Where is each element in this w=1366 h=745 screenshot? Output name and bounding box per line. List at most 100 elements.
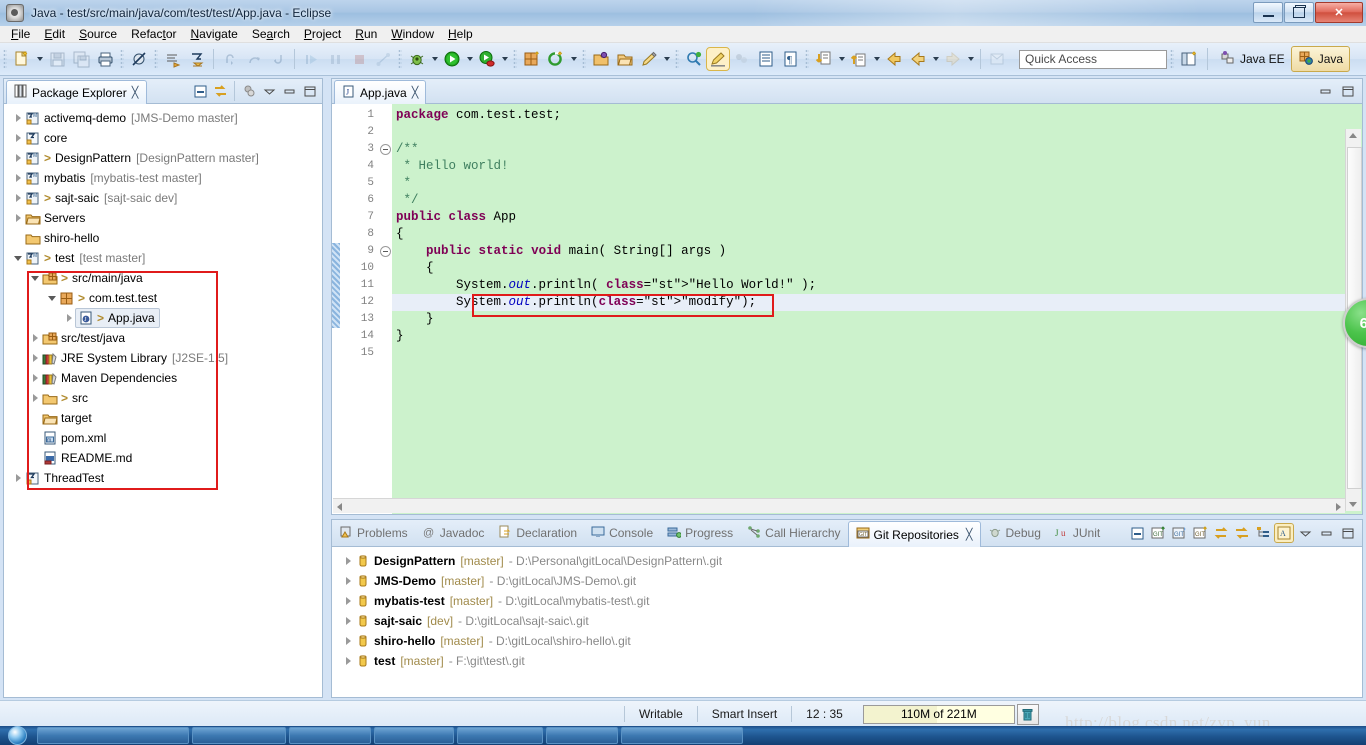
- scroll-up-icon[interactable]: [1349, 133, 1357, 138]
- code-editor[interactable]: 1 2 3 4 5 6 7 8 9 10 11 12 13 14 15 package com.test.t…: [332, 104, 1362, 514]
- step-return-button[interactable]: [267, 48, 289, 70]
- twisty-closed-icon[interactable]: [63, 308, 75, 328]
- maximize-button[interactable]: [1284, 2, 1314, 23]
- new-java-class-button[interactable]: [162, 48, 184, 70]
- toolbar-grip-7[interactable]: [675, 49, 679, 69]
- code-line[interactable]: }: [392, 311, 1362, 328]
- new-wizard-button[interactable]: [11, 48, 33, 70]
- external-tools-button[interactable]: [545, 48, 567, 70]
- search-button[interactable]: [683, 48, 705, 70]
- tree-item-app-java[interactable]: J > App.java: [4, 308, 322, 328]
- twisty-closed-icon[interactable]: [29, 388, 41, 408]
- print-button[interactable]: [94, 48, 116, 70]
- tab-progress[interactable]: Progress: [660, 521, 740, 546]
- twisty-open-icon[interactable]: [46, 288, 58, 308]
- git-add-icon[interactable]: GIT: [1149, 524, 1167, 542]
- git-clone-icon[interactable]: GIT: [1170, 524, 1188, 542]
- taskbar-item[interactable]: [546, 727, 618, 744]
- taskbar-item[interactable]: [374, 727, 454, 744]
- menu-window[interactable]: Window: [384, 26, 441, 42]
- open-perspective-button[interactable]: [1178, 48, 1200, 70]
- tree-item-jre-system-library[interactable]: JRE System Library [J2SE-1.5]: [4, 348, 322, 368]
- tab-problems[interactable]: Problems: [332, 521, 415, 546]
- next-annotation-dropdown[interactable]: [836, 48, 847, 70]
- menu-navigate[interactable]: Navigate: [183, 26, 244, 42]
- twisty-closed-icon[interactable]: [29, 328, 41, 348]
- git-create-icon[interactable]: GIT: [1191, 524, 1209, 542]
- toolbar-grip-3[interactable]: [154, 49, 158, 69]
- editor-horizontal-scrollbar[interactable]: [333, 498, 1345, 513]
- previous-annotation-button[interactable]: [848, 48, 870, 70]
- toolbar-grip-8[interactable]: [805, 49, 809, 69]
- run-button[interactable]: [441, 48, 463, 70]
- back-dropdown[interactable]: [930, 48, 941, 70]
- menu-help[interactable]: Help: [441, 26, 480, 42]
- menu-source[interactable]: Source: [72, 26, 124, 42]
- menu-search[interactable]: Search: [245, 26, 297, 42]
- tree-item-readme-md[interactable]: README.md: [4, 448, 322, 468]
- menu-run[interactable]: Run: [348, 26, 384, 42]
- code-line[interactable]: public static void main( String[] args ): [392, 243, 1362, 260]
- twisty-closed-icon[interactable]: [342, 571, 354, 591]
- code-line[interactable]: public class App: [392, 209, 1362, 226]
- twisty-closed-icon[interactable]: [342, 591, 354, 611]
- terminate-button[interactable]: [348, 48, 370, 70]
- code-line[interactable]: * Hello world!: [392, 158, 1362, 175]
- tree-item-mybatis[interactable]: Mmybatis [mybatis-test master]: [4, 168, 322, 188]
- tree-item-src-test-java[interactable]: src/test/java: [4, 328, 322, 348]
- debug-dropdown[interactable]: [429, 48, 440, 70]
- fold-collapse-icon[interactable]: [379, 144, 391, 155]
- scroll-down-icon[interactable]: [1349, 502, 1357, 507]
- git-repository-row[interactable]: sajt-saic [dev] - D:\gitLocal\sajt-saic\.g…: [332, 611, 1362, 631]
- taskbar-item[interactable]: [457, 727, 543, 744]
- perspective-java-ee[interactable]: Java EE: [1214, 47, 1291, 71]
- maximize-icon[interactable]: [1338, 524, 1356, 542]
- minimize-button[interactable]: [1253, 2, 1283, 23]
- twisty-closed-icon[interactable]: [342, 631, 354, 651]
- twisty-closed-icon[interactable]: [342, 611, 354, 631]
- tree-item-core[interactable]: core: [4, 128, 322, 148]
- tab-git-repositories[interactable]: GIT Git Repositories ╳: [847, 521, 981, 547]
- link-editor-icon[interactable]: [1233, 524, 1251, 542]
- taskbar-item[interactable]: [621, 727, 743, 744]
- tab-call-hierarchy[interactable]: Call Hierarchy: [740, 521, 847, 546]
- back-button-2[interactable]: [907, 48, 929, 70]
- menu-refactor[interactable]: Refactor: [124, 26, 183, 42]
- focus-task-icon[interactable]: [240, 82, 258, 100]
- minimize-icon[interactable]: [1316, 82, 1334, 100]
- trash-icon[interactable]: [1016, 703, 1039, 725]
- quick-access-input[interactable]: Quick Access: [1019, 49, 1167, 69]
- back-button[interactable]: [883, 48, 905, 70]
- tree-item-src-main-java[interactable]: > src/main/java: [4, 268, 322, 288]
- chevron-down-icon[interactable]: [1296, 524, 1314, 542]
- close-icon[interactable]: ╳: [132, 86, 139, 99]
- twisty-closed-icon[interactable]: [29, 348, 41, 368]
- code-line[interactable]: package com.test.test;: [392, 107, 1362, 124]
- scroll-right-icon[interactable]: [1336, 503, 1341, 511]
- code-line[interactable]: System.out.println(class="st">"modify");: [392, 294, 1362, 311]
- scroll-left-icon[interactable]: [337, 503, 342, 511]
- perspective-java[interactable]: Java: [1290, 46, 1351, 72]
- twisty-closed-icon[interactable]: [12, 208, 24, 228]
- refresh-icon[interactable]: [1212, 524, 1230, 542]
- pencil-dropdown[interactable]: [661, 48, 672, 70]
- code-line[interactable]: System.out.println( class="st">"Hello Wo…: [392, 277, 1362, 294]
- debug-button[interactable]: [406, 48, 428, 70]
- toolbar-grip-4[interactable]: [398, 49, 402, 69]
- twisty-closed-icon[interactable]: [342, 651, 354, 671]
- new-java-project-button[interactable]: [186, 48, 208, 70]
- previous-annotation-dropdown[interactable]: [871, 48, 882, 70]
- twisty-closed-icon[interactable]: [12, 468, 24, 488]
- new-package-button[interactable]: [521, 48, 543, 70]
- step-over-button[interactable]: [243, 48, 265, 70]
- toolbar-grip-2[interactable]: [120, 49, 124, 69]
- chevron-down-icon[interactable]: [260, 82, 278, 100]
- menu-edit[interactable]: Edit: [37, 26, 72, 42]
- git-repository-row[interactable]: JMS-Demo [master] - D:\gitLocal\JMS-Demo\.…: [332, 571, 1362, 591]
- link-editor-icon[interactable]: [211, 82, 229, 100]
- tree-item-servers[interactable]: Servers: [4, 208, 322, 228]
- tree-item-pom-xml[interactable]: m pom.xml: [4, 428, 322, 448]
- tree-item-target[interactable]: target: [4, 408, 322, 428]
- twisty-closed-icon[interactable]: [12, 168, 24, 188]
- toolbar-grip-5[interactable]: [513, 49, 517, 69]
